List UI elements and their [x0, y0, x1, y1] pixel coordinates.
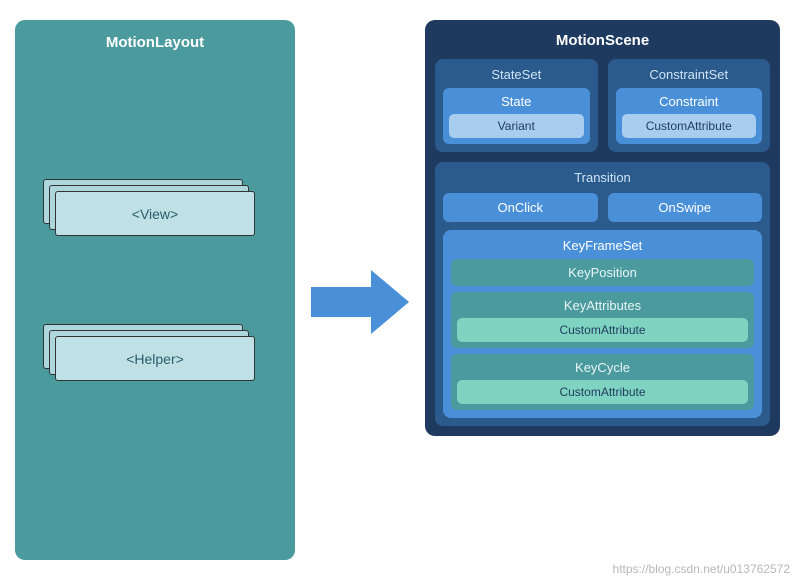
watermark-text: https://blog.csdn.net/u013762572: [613, 562, 790, 576]
helper-stack: <Helper>: [55, 336, 255, 391]
keyframeset-box: KeyFrameSet KeyPosition KeyAttributes Cu…: [443, 230, 762, 418]
helper-card-front: <Helper>: [55, 336, 255, 381]
keyattributes-customattr-chip: CustomAttribute: [457, 318, 748, 342]
keycycle-label: KeyCycle: [575, 360, 630, 375]
motionlayout-title: MotionLayout: [29, 34, 281, 51]
constraintset-box: ConstraintSet Constraint CustomAttribute: [608, 59, 771, 152]
top-row: StateSet State Variant ConstraintSet Con…: [435, 59, 770, 152]
motionlayout-panel: MotionLayout <View> <Helper>: [15, 20, 295, 560]
constraint-customattr-chip: CustomAttribute: [622, 114, 757, 138]
keyposition-box: KeyPosition: [451, 259, 754, 286]
onclick-box: OnClick: [443, 193, 598, 222]
arrow-icon: [311, 270, 409, 334]
helper-label: <Helper>: [126, 351, 184, 367]
view-card-front: <View>: [55, 191, 255, 236]
keyattributes-label: KeyAttributes: [564, 298, 641, 313]
constraintset-title: ConstraintSet: [616, 67, 763, 82]
motionscene-title: MotionScene: [435, 32, 770, 49]
arrow-container: [295, 20, 425, 334]
motionscene-panel: MotionScene StateSet State Variant Const…: [425, 20, 780, 436]
view-label: <View>: [132, 206, 178, 222]
keycycle-customattr-chip: CustomAttribute: [457, 380, 748, 404]
keycycle-box: KeyCycle CustomAttribute: [451, 354, 754, 410]
state-title: State: [449, 94, 584, 109]
constraint-box: Constraint CustomAttribute: [616, 88, 763, 144]
keyframeset-title: KeyFrameSet: [451, 238, 754, 253]
stateset-title: StateSet: [443, 67, 590, 82]
variant-chip: Variant: [449, 114, 584, 138]
event-row: OnClick OnSwipe: [443, 193, 762, 222]
keyposition-label: KeyPosition: [568, 265, 637, 280]
transition-title: Transition: [443, 170, 762, 185]
transition-box: Transition OnClick OnSwipe KeyFrameSet K…: [435, 162, 770, 426]
state-box: State Variant: [443, 88, 590, 144]
keyattributes-box: KeyAttributes CustomAttribute: [451, 292, 754, 348]
view-stack: <View>: [55, 191, 255, 246]
constraint-title: Constraint: [622, 94, 757, 109]
onswipe-box: OnSwipe: [608, 193, 763, 222]
stateset-box: StateSet State Variant: [435, 59, 598, 152]
